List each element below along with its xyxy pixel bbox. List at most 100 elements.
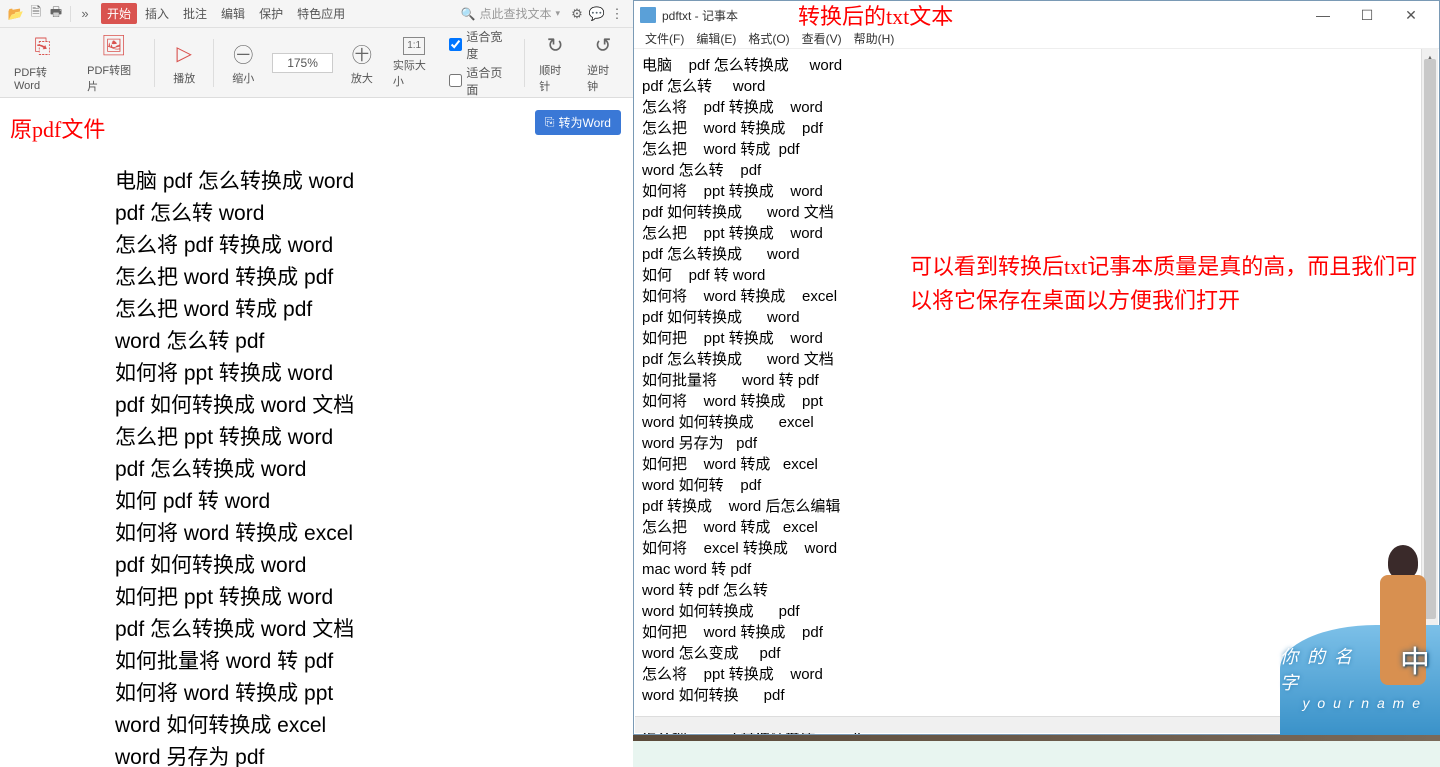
chat-icon[interactable]: 💬 bbox=[589, 6, 605, 22]
pdf-line: 如何将 ppt 转换成 word bbox=[115, 358, 354, 390]
pdf-line: pdf 怎么转换成 word bbox=[115, 454, 354, 486]
annotation-original-pdf: 原pdf文件 bbox=[10, 112, 105, 144]
tab-special[interactable]: 特色应用 bbox=[291, 3, 351, 24]
tab-insert[interactable]: 插入 bbox=[139, 3, 175, 24]
btn-play[interactable]: ▷ 播放 bbox=[163, 40, 205, 86]
fit-width-check[interactable] bbox=[449, 38, 462, 51]
label: PDF转图片 bbox=[87, 62, 140, 94]
print-icon[interactable]: 🖶 bbox=[48, 6, 64, 22]
search-box[interactable]: 🔍 点此查找文本 ▾ bbox=[456, 3, 566, 24]
notepad-text-area[interactable]: 电脑 pdf 怎么转换成 word pdf 怎么转 word 怎么将 pdf 转… bbox=[634, 49, 1439, 734]
vertical-scrollbar[interactable]: ▲ ▼ bbox=[1421, 49, 1438, 714]
tab-edit[interactable]: 编辑 bbox=[215, 3, 251, 24]
btn-pdf-to-word[interactable]: ⎘ PDF转Word bbox=[8, 34, 77, 92]
pdf-line: 怎么把 ppt 转换成 word bbox=[115, 422, 354, 454]
fit-width[interactable]: 适合宽度 bbox=[449, 28, 512, 62]
pdf-line: 如何将 word 转换成 excel bbox=[115, 518, 354, 550]
label: 顺时针 bbox=[539, 62, 571, 94]
fit-page-check[interactable] bbox=[449, 74, 462, 87]
label: 放大 bbox=[351, 70, 373, 86]
convert-to-word-button[interactable]: ⎘ 转为Word bbox=[535, 110, 621, 135]
play-icon: ▷ bbox=[177, 40, 192, 68]
pdf-line: 怎么把 word 转成 pdf bbox=[115, 294, 354, 326]
pdf-line: 如何 pdf 转 word bbox=[115, 486, 354, 518]
pdf-to-word-icon: ⎘ bbox=[35, 34, 51, 62]
notepad-window: pdftxt - 记事本 转换后的txt文本 — ☐ ✕ 文件(F) 编辑(E)… bbox=[633, 0, 1440, 735]
btn-pdf-to-img[interactable]: 🖼 PDF转图片 bbox=[81, 32, 146, 94]
tab-start[interactable]: 开始 bbox=[101, 3, 137, 24]
scroll-thumb[interactable] bbox=[1424, 59, 1436, 619]
label: 实际大小 bbox=[393, 57, 436, 89]
fit-options: 适合宽度 适合页面 bbox=[445, 28, 516, 98]
pdf-line: word 怎么转 pdf bbox=[115, 326, 354, 358]
settings-icon[interactable]: ⚙ bbox=[569, 6, 585, 22]
more-icon[interactable]: ⋮ bbox=[609, 6, 625, 22]
menu-format[interactable]: 格式(O) bbox=[743, 29, 794, 48]
btn-rotate-cw[interactable]: ↻ 顺时针 bbox=[533, 32, 577, 94]
pdf-line: 如何将 word 转换成 ppt bbox=[115, 678, 354, 710]
pdf-line: pdf 怎么转换成 word 文档 bbox=[115, 614, 354, 646]
chevron-down-icon: ▾ bbox=[555, 8, 560, 19]
close-button[interactable]: ✕ bbox=[1389, 3, 1433, 27]
actual-size-icon: 1:1 bbox=[403, 37, 425, 55]
rotate-ccw-icon: ↺ bbox=[595, 32, 612, 60]
notepad-app-icon bbox=[640, 7, 656, 23]
pdf-text-content: 电脑 pdf 怎么转换成 wordpdf 怎么转 word怎么将 pdf 转换成… bbox=[115, 166, 354, 767]
label: 缩小 bbox=[232, 70, 254, 86]
pdf-app-window: 📂 🗎 🖶 » 开始 插入 批注 编辑 保护 特色应用 🔍 点此查找文本 ▾ ⚙… bbox=[0, 0, 633, 767]
open-folder-icon[interactable]: 📂 bbox=[8, 6, 24, 22]
pdf-line: 如何把 ppt 转换成 word bbox=[115, 582, 354, 614]
pdf-line: pdf 如何转换成 word bbox=[115, 550, 354, 582]
ribbon-tabs: 开始 插入 批注 编辑 保护 特色应用 bbox=[101, 3, 351, 24]
convert-label: 转为Word bbox=[559, 114, 611, 131]
ribbon: ⎘ PDF转Word 🖼 PDF转图片 ▷ 播放 ㊀ 缩小 175% ㊉ 放大 … bbox=[0, 28, 633, 98]
divider bbox=[70, 6, 71, 22]
pdf-line: pdf 怎么转 word bbox=[115, 198, 354, 230]
pdf-document-area[interactable]: 原pdf文件 ⎘ 转为Word 电脑 pdf 怎么转换成 wordpdf 怎么转… bbox=[0, 98, 633, 767]
pdf-line: 如何批量将 word 转 pdf bbox=[115, 646, 354, 678]
annotation-converted-txt: 转换后的txt文本 bbox=[798, 0, 953, 31]
pdf-line: word 如何转换成 excel bbox=[115, 710, 354, 742]
btn-actual-size[interactable]: 1:1 实际大小 bbox=[387, 37, 442, 89]
separator bbox=[154, 39, 155, 87]
convert-icon: ⎘ bbox=[545, 115, 555, 130]
horizontal-scrollbar[interactable] bbox=[635, 716, 1421, 733]
maximize-button[interactable]: ☐ bbox=[1345, 3, 1389, 27]
btn-zoom-in[interactable]: ㊉ 放大 bbox=[341, 40, 383, 86]
annotation-quality-note: 可以看到转换后txt记事本质量是真的高，而且我们可以将它保存在桌面以方便我们打开 bbox=[910, 250, 1430, 318]
notepad-titlebar[interactable]: pdftxt - 记事本 转换后的txt文本 — ☐ ✕ bbox=[634, 1, 1439, 29]
btn-rotate-ccw[interactable]: ↺ 逆时钟 bbox=[581, 32, 625, 94]
pdf-line: pdf 如何转换成 word 文档 bbox=[115, 390, 354, 422]
zoom-value[interactable]: 175% bbox=[272, 53, 333, 73]
label: 逆时钟 bbox=[587, 62, 619, 94]
pdf-line: word 另存为 pdf bbox=[115, 742, 354, 767]
menu-file[interactable]: 文件(F) bbox=[640, 29, 689, 48]
menu-help[interactable]: 帮助(H) bbox=[849, 29, 900, 48]
btn-zoom-out[interactable]: ㊀ 缩小 bbox=[222, 40, 264, 86]
pdf-line: 怎么把 word 转换成 pdf bbox=[115, 262, 354, 294]
save-icon[interactable]: 🗎 bbox=[28, 6, 44, 22]
pdf-to-img-icon: 🖼 bbox=[101, 32, 126, 60]
zoom-in-icon: ㊉ bbox=[352, 40, 372, 68]
label: 播放 bbox=[173, 70, 195, 86]
search-icon: 🔍 bbox=[461, 7, 476, 21]
separator bbox=[524, 39, 525, 87]
rotate-cw-icon: ↻ bbox=[547, 32, 564, 60]
menu-edit[interactable]: 编辑(E) bbox=[691, 29, 741, 48]
taskbar-strip bbox=[633, 735, 1440, 741]
notepad-title: pdftxt - 记事本 bbox=[662, 7, 738, 24]
zoom-out-icon: ㊀ bbox=[233, 40, 253, 68]
fit-page[interactable]: 适合页面 bbox=[449, 64, 512, 98]
notepad-menubar: 文件(F) 编辑(E) 格式(O) 查看(V) 帮助(H) bbox=[634, 29, 1439, 49]
pdf-line: 怎么将 pdf 转换成 word bbox=[115, 230, 354, 262]
search-placeholder: 点此查找文本 bbox=[479, 5, 551, 22]
menu-view[interactable]: 查看(V) bbox=[797, 29, 847, 48]
pdf-line: 电脑 pdf 怎么转换成 word bbox=[115, 166, 354, 198]
tab-annotate[interactable]: 批注 bbox=[177, 3, 213, 24]
expand-icon[interactable]: » bbox=[77, 6, 93, 22]
scroll-down-arrow[interactable]: ▼ bbox=[1422, 697, 1438, 714]
minimize-button[interactable]: — bbox=[1301, 3, 1345, 27]
tab-protect[interactable]: 保护 bbox=[253, 3, 289, 24]
separator bbox=[213, 39, 214, 87]
label: PDF转Word bbox=[14, 64, 71, 92]
